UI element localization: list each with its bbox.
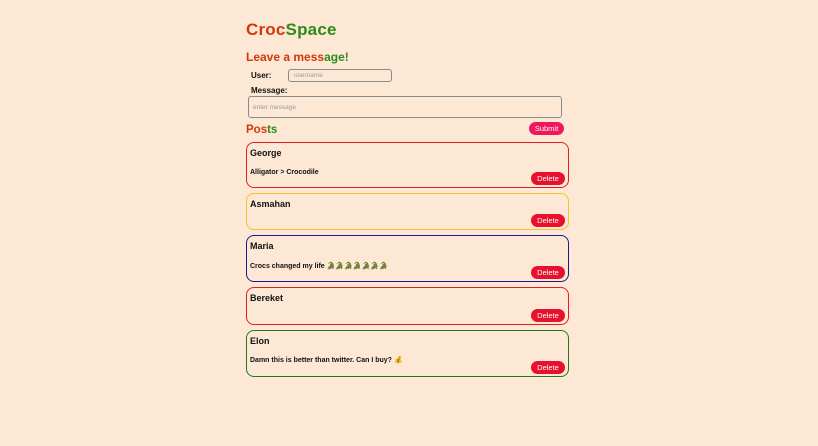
post-card: Maria Crocs changed my life 🐊🐊🐊🐊🐊🐊🐊 Delet…: [246, 235, 569, 282]
delete-button[interactable]: Delete: [531, 172, 565, 185]
post-card: Bereket Delete: [246, 287, 569, 325]
post-username: Maria: [250, 241, 274, 251]
post-message-text: Damn this is better than twitter. Can I …: [250, 357, 392, 364]
delete-button[interactable]: Delete: [531, 361, 565, 374]
form-heading-part1: Leave a mess: [246, 50, 325, 64]
post-card: Elon Damn this is better than twitter. C…: [246, 330, 569, 377]
logo-part-croc: Croc: [246, 20, 286, 39]
app-logo: CrocSpace: [246, 20, 337, 40]
post-username: Bereket: [250, 293, 284, 303]
delete-button[interactable]: Delete: [531, 214, 565, 227]
message-input[interactable]: [248, 96, 562, 118]
form-heading: Leave a message!: [246, 50, 349, 64]
logo-part-space: Space: [285, 20, 337, 39]
posts-heading-part1: Pos: [246, 124, 268, 136]
post-message-text: Crocs changed my life: [250, 263, 325, 270]
post-username: George: [250, 148, 282, 158]
post-username: Elon: [250, 336, 270, 346]
form-heading-part2: age!: [324, 50, 349, 64]
message-label: Message:: [251, 86, 288, 95]
post-message: Crocs changed my life 🐊🐊🐊🐊🐊🐊🐊: [250, 262, 388, 270]
post-username: Asmahan: [250, 199, 291, 209]
post-message-text: Alligator > Crocodile: [250, 169, 319, 176]
posts-heading: Posts: [246, 124, 277, 136]
post-message: Damn this is better than twitter. Can I …: [250, 356, 403, 364]
user-label: User:: [251, 71, 272, 80]
delete-button[interactable]: Delete: [531, 266, 565, 279]
username-input[interactable]: [288, 69, 392, 82]
money-bag-emoji-icon: 💰: [393, 356, 403, 364]
post-message: Alligator > Crocodile: [250, 169, 319, 176]
crocodile-emoji-icon: 🐊🐊🐊🐊🐊🐊🐊: [326, 262, 388, 270]
post-card: George Alligator > Crocodile Delete: [246, 142, 569, 188]
post-card: Asmahan Delete: [246, 193, 569, 230]
submit-button[interactable]: Submit: [529, 122, 564, 135]
delete-button[interactable]: Delete: [531, 309, 565, 322]
posts-heading-part2: ts: [267, 124, 278, 136]
